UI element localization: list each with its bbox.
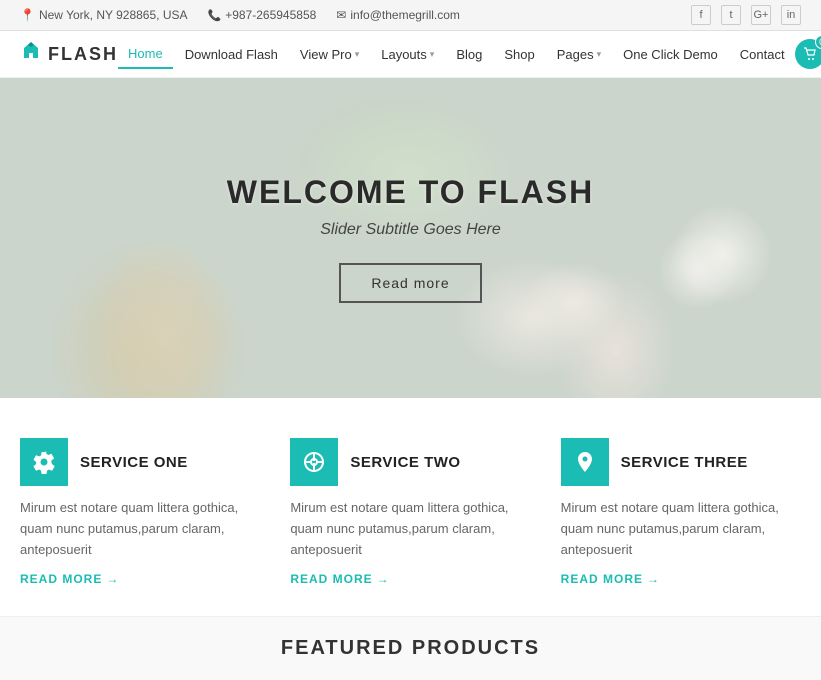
featured-section: FEATURED PRODUCTS — [0, 616, 821, 680]
nav-layouts[interactable]: Layouts ▾ — [371, 41, 444, 68]
top-bar: New York, NY 928865, USA +987-265945858 … — [0, 0, 821, 31]
main-nav: Home Download Flash View Pro ▾ Layouts ▾… — [118, 40, 795, 69]
chevron-down-icon: ▾ — [597, 49, 602, 60]
logo[interactable]: FLASH — [20, 40, 118, 68]
social-links: f t G+ in — [691, 5, 801, 25]
service-card-3: SERVICE THREE Mirum est notare quam litt… — [561, 438, 801, 586]
service-header-1: SERVICE ONE — [20, 438, 260, 486]
hero-subtitle: Slider Subtitle Goes Here — [227, 221, 594, 239]
nav-contact[interactable]: Contact — [730, 41, 795, 68]
logo-text: FLASH — [48, 44, 118, 65]
nav-oneclickdemo[interactable]: One Click Demo — [613, 41, 728, 68]
service-header-2: SERVICE TWO — [290, 438, 530, 486]
service-title-3: SERVICE THREE — [621, 454, 748, 471]
service-link-3[interactable]: READ MORE → — [561, 572, 801, 586]
service-desc-3: Mirum est notare quam littera gothica, q… — [561, 498, 801, 560]
service-title-2: SERVICE TWO — [350, 454, 460, 471]
email-icon — [336, 8, 346, 22]
service-icon-2 — [290, 438, 338, 486]
service-icon-1 — [20, 438, 68, 486]
nav-home[interactable]: Home — [118, 40, 173, 69]
facebook-icon[interactable]: f — [691, 5, 711, 25]
hero-content: WELCOME TO FLASH Slider Subtitle Goes He… — [227, 174, 594, 303]
nav-pages[interactable]: Pages ▾ — [547, 41, 611, 68]
phone: +987-265945858 — [208, 8, 317, 22]
services-section: SERVICE ONE Mirum est notare quam litter… — [0, 398, 821, 616]
nav-blog[interactable]: Blog — [446, 41, 492, 68]
chevron-down-icon: ▾ — [355, 49, 360, 60]
nav-download[interactable]: Download Flash — [175, 41, 288, 68]
chevron-down-icon: ▾ — [430, 49, 435, 60]
service-card-2: SERVICE TWO Mirum est notare quam litter… — [290, 438, 530, 586]
linkedin-icon[interactable]: in — [781, 5, 801, 25]
featured-title: FEATURED PRODUCTS — [20, 637, 801, 660]
cart-button[interactable]: 0 — [795, 39, 821, 69]
service-link-1[interactable]: READ MORE → — [20, 572, 260, 586]
top-bar-contact: New York, NY 928865, USA +987-265945858 … — [20, 8, 460, 22]
header-actions: 0 — [795, 39, 821, 69]
nav-viewpro[interactable]: View Pro ▾ — [290, 41, 369, 68]
hero-title: WELCOME TO FLASH — [227, 174, 594, 211]
service-desc-2: Mirum est notare quam littera gothica, q… — [290, 498, 530, 560]
twitter-icon[interactable]: t — [721, 5, 741, 25]
phone-icon — [208, 9, 222, 22]
service-desc-1: Mirum est notare quam littera gothica, q… — [20, 498, 260, 560]
header: FLASH Home Download Flash View Pro ▾ Lay… — [0, 31, 821, 78]
nav-shop[interactable]: Shop — [494, 41, 544, 68]
email: info@themegrill.com — [336, 8, 460, 22]
service-header-3: SERVICE THREE — [561, 438, 801, 486]
hero-slider: WELCOME TO FLASH Slider Subtitle Goes He… — [0, 78, 821, 398]
service-card-1: SERVICE ONE Mirum est notare quam litter… — [20, 438, 260, 586]
hero-readmore-button[interactable]: Read more — [339, 263, 481, 303]
address: New York, NY 928865, USA — [20, 8, 188, 22]
location-icon — [20, 8, 35, 22]
logo-icon — [20, 40, 42, 68]
googleplus-icon[interactable]: G+ — [751, 5, 771, 25]
service-link-2[interactable]: READ MORE → — [290, 572, 530, 586]
service-icon-3 — [561, 438, 609, 486]
service-title-1: SERVICE ONE — [80, 454, 188, 471]
